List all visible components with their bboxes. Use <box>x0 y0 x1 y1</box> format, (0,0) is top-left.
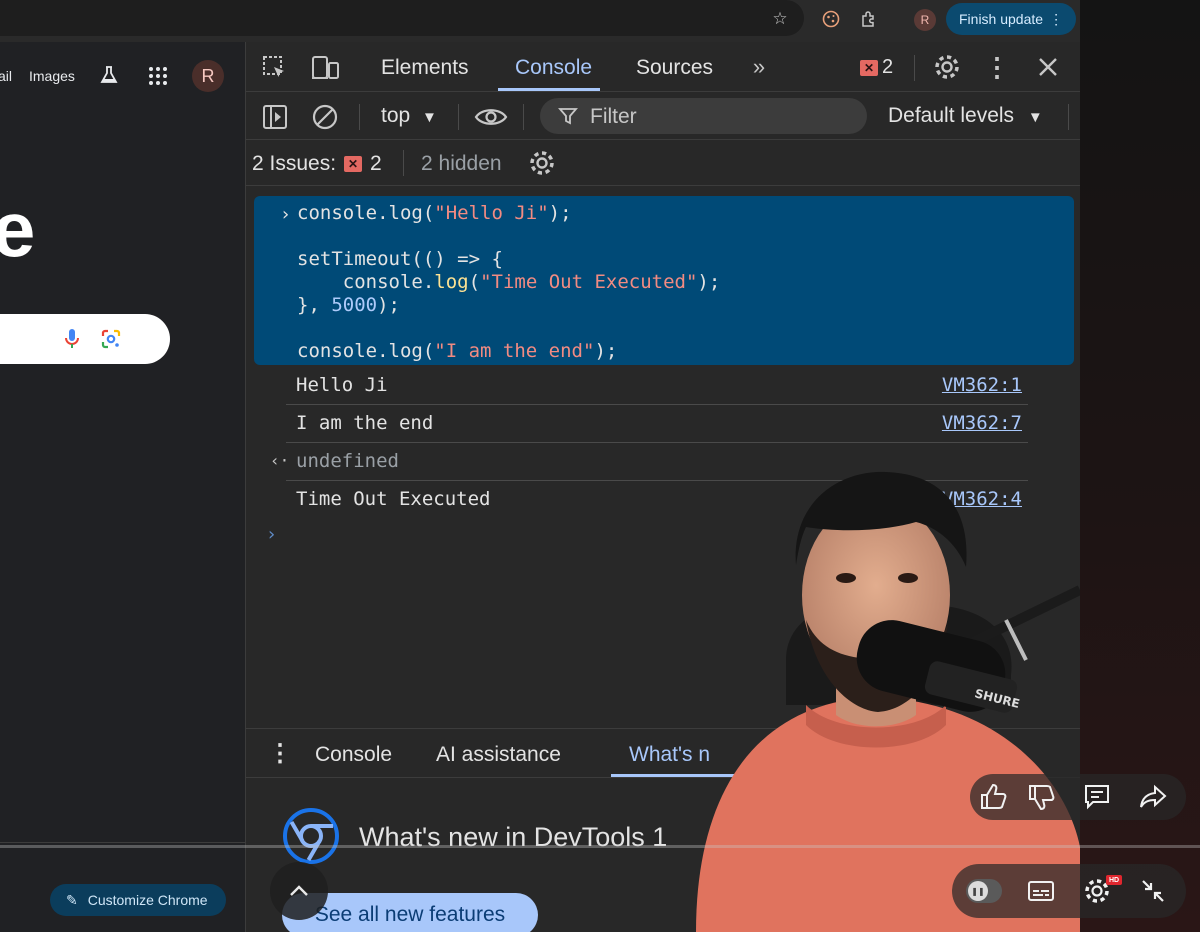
profile-avatar[interactable]: R <box>914 9 936 31</box>
whats-new-title: What's new in DevTools 1 <box>359 822 668 852</box>
divider <box>458 104 459 130</box>
search-box[interactable] <box>0 314 170 364</box>
exit-miniplayer-icon[interactable] <box>1138 876 1168 906</box>
log-row: Hello Ji VM362:1 <box>286 367 1028 405</box>
apps-grid-icon[interactable] <box>148 66 168 86</box>
hd-badge: HD <box>1106 875 1122 885</box>
tab-console[interactable]: Console <box>515 56 592 80</box>
expand-up-button[interactable] <box>270 862 328 920</box>
divider <box>359 104 360 130</box>
voice-search-mic-icon[interactable] <box>62 328 82 350</box>
divider <box>0 842 245 843</box>
settings-gear-icon[interactable] <box>932 52 962 82</box>
video-controls-bar: ❚❚ HD <box>952 864 1186 918</box>
sidebar-toggle-icon[interactable] <box>260 102 290 132</box>
device-toolbar-icon[interactable] <box>310 54 342 82</box>
devtools-tab-bar: Elements Console Sources » ✕ 2 ⋮ <box>246 42 1081 92</box>
console-input-selection[interactable]: › console.log("Hello Ji"); setTimeout(()… <box>254 196 1074 365</box>
extensions-puzzle-icon[interactable] <box>858 8 880 30</box>
filter-funnel-icon <box>558 108 578 125</box>
autoplay-toggle[interactable]: ❚❚ <box>966 879 1002 903</box>
finish-update-label: Finish update <box>959 11 1044 27</box>
filter-placeholder: Filter <box>590 105 637 128</box>
log-row: I am the end VM362:7 <box>286 405 1028 443</box>
active-tab-indicator <box>498 88 600 91</box>
context-value: top <box>381 104 411 127</box>
inspect-element-icon[interactable] <box>260 54 290 82</box>
log-message: I am the end <box>296 412 434 434</box>
log-message: Time Out Executed <box>296 488 491 510</box>
issues-link[interactable]: 2 Issues: ✕ 2 <box>252 152 382 176</box>
google-account-avatar[interactable]: R <box>192 60 224 92</box>
live-expression-eye-icon[interactable] <box>474 102 508 132</box>
tab-elements[interactable]: Elements <box>381 56 469 80</box>
filter-input[interactable]: Filter <box>540 98 867 134</box>
error-icon: ✕ <box>860 59 878 76</box>
google-homepage: ail Images R e ✎ Customize Chrome <box>0 42 245 932</box>
subtitles-icon[interactable] <box>1026 876 1056 906</box>
return-value-arrow-icon: ‹· <box>270 451 290 470</box>
dropdown-arrow-icon: ▼ <box>1027 109 1043 126</box>
console-settings-gear-icon[interactable] <box>527 148 557 178</box>
more-options-icon[interactable]: ⋮ <box>984 52 1010 82</box>
images-link[interactable]: Images <box>29 68 75 84</box>
customize-chrome-button[interactable]: ✎ Customize Chrome <box>50 884 226 916</box>
clear-console-icon[interactable] <box>310 102 340 132</box>
labs-flask-icon[interactable] <box>98 64 120 91</box>
google-lens-icon[interactable] <box>100 328 122 350</box>
google-logo: e <box>0 185 36 273</box>
share-arrow-icon[interactable] <box>1138 782 1168 812</box>
cookie-extension-icon[interactable] <box>820 8 842 30</box>
customize-chrome-label: Customize Chrome <box>87 892 208 908</box>
like-thumbs-up-icon[interactable] <box>978 782 1008 812</box>
console-toolbar: top ▼ Filter Default levels ▼ <box>246 92 1081 140</box>
issues-hidden-count: 2 hidden <box>421 152 502 175</box>
drawer-tab-ai-assistance[interactable]: AI assistance <box>436 743 561 767</box>
close-icon[interactable] <box>1033 52 1063 82</box>
chevron-up-icon <box>290 885 308 896</box>
pencil-icon: ✎ <box>66 891 78 908</box>
profile-initial: R <box>920 13 930 27</box>
dislike-thumbs-down-icon[interactable] <box>1026 782 1056 812</box>
video-progress-bar[interactable] <box>0 845 1200 848</box>
video-actions-bar <box>970 774 1186 820</box>
see-all-features-label: See all new features <box>314 903 506 926</box>
bookmark-star-icon[interactable]: ☆ <box>769 8 791 30</box>
log-return-value: undefined <box>296 450 399 472</box>
console-code: console.log("Hello Ji"); setTimeout(() =… <box>297 202 721 362</box>
error-count-badge[interactable]: ✕ 2 <box>860 56 893 79</box>
comments-icon[interactable] <box>1082 782 1112 812</box>
log-source-link[interactable]: VM362:7 <box>942 412 1022 434</box>
log-levels-dropdown[interactable]: Default levels ▼ <box>888 104 1043 128</box>
gmail-link[interactable]: ail <box>0 68 12 84</box>
prompt-chevron-icon: › <box>280 204 291 225</box>
finish-update-button[interactable]: Finish update ⋮ <box>946 3 1076 35</box>
pause-icon: ❚❚ <box>968 881 988 901</box>
more-vert-icon: ⋮ <box>1049 10 1064 27</box>
drawer-menu-icon[interactable]: ⋮ <box>268 739 292 768</box>
address-bar[interactable] <box>0 0 804 36</box>
drawer-tab-console[interactable]: Console <box>315 743 392 767</box>
divider <box>403 150 404 176</box>
issues-label: 2 Issues: <box>252 152 337 175</box>
log-message: Hello Ji <box>296 374 388 396</box>
browser-toolbar: ☆ R Finish update ⋮ <box>0 0 1080 42</box>
console-prompt-chevron-icon[interactable]: › <box>266 524 277 545</box>
chrome-logo-icon <box>283 808 339 864</box>
issues-bar: 2 Issues: ✕ 2 2 hidden <box>246 140 1081 186</box>
error-count: 2 <box>882 56 894 78</box>
divider <box>523 104 524 130</box>
log-levels-value: Default levels <box>888 104 1015 127</box>
divider <box>914 55 915 81</box>
error-icon: ✕ <box>344 156 363 172</box>
issues-count: 2 <box>370 152 382 175</box>
divider <box>1068 104 1069 130</box>
context-selector[interactable]: top ▼ <box>381 104 437 128</box>
avatar-initial: R <box>201 65 215 86</box>
dropdown-arrow-icon: ▼ <box>422 109 437 126</box>
tab-sources[interactable]: Sources <box>636 56 713 80</box>
presenter-webcam: SHURE <box>676 470 1080 932</box>
log-source-link[interactable]: VM362:1 <box>942 374 1022 396</box>
more-tabs-chevron-icon[interactable]: » <box>746 54 772 79</box>
